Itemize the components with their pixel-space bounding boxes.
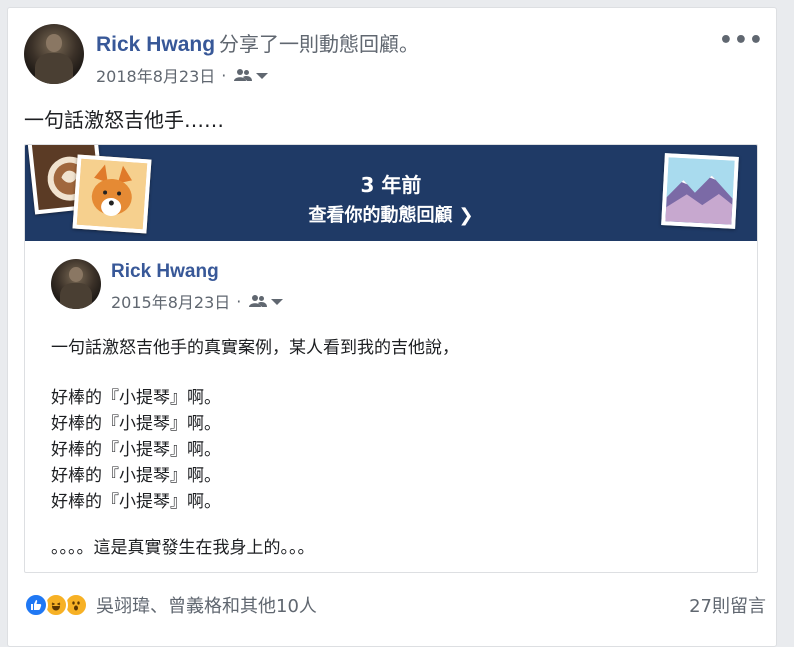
reactors-link[interactable]: 吳翊瑋、曾義格和其他10人	[96, 592, 317, 618]
original-post-text: 一句話激怒吉他手的真實案例，某人看到我的吉他說， 好棒的『小提琴』啊。 好棒的『…	[51, 335, 741, 561]
post-meta: 2018年8月23日 ·	[96, 63, 269, 87]
view-memories-link[interactable]: 查看你的動態回顧 ❯	[25, 201, 757, 227]
meta-separator: ·	[236, 291, 242, 311]
original-date-link[interactable]: 2015年8月23日	[111, 289, 230, 313]
original-line: 好棒的『小提琴』啊。	[51, 492, 221, 512]
post-date-link[interactable]: 2018年8月23日	[96, 63, 215, 87]
chevron-down-icon[interactable]	[256, 73, 269, 79]
memory-years-ago: 3 年前	[360, 173, 422, 197]
original-line: 一句話激怒吉他手的真實案例，某人看到我的吉他說，	[51, 338, 459, 358]
author-line: Rick Hwang 分享了一則動態回顧。	[96, 28, 419, 57]
post-text: 一句話激怒吉他手……	[24, 108, 224, 132]
original-author-avatar[interactable]	[51, 259, 101, 309]
author-name-link[interactable]: Rick Hwang	[96, 33, 215, 56]
original-line: 好棒的『小提琴』啊。	[51, 414, 221, 434]
original-line: 好棒的『小提琴』啊。	[51, 440, 221, 460]
original-author-name-link[interactable]: Rick Hwang	[111, 261, 219, 283]
view-memories-label: 查看你的動態回顧	[308, 205, 453, 226]
post-card: Rick Hwang 分享了一則動態回顧。 2018年8月23日 · ••• 一句…	[7, 7, 777, 647]
friends-icon[interactable]	[234, 68, 269, 82]
chevron-down-icon[interactable]	[271, 299, 284, 305]
original-line: 好棒的『小提琴』啊。	[51, 388, 221, 408]
memory-card[interactable]: 3 年前 查看你的動態回顧 ❯ Rick Hwang 2015年8月23日 · 一…	[24, 144, 758, 573]
author-action-text: 分享了一則動態回顧。	[219, 32, 420, 56]
reactions-bar: 吳翊瑋、曾義格和其他10人 27則留言	[24, 588, 766, 622]
friends-icon[interactable]	[249, 294, 284, 308]
meta-separator: ·	[221, 65, 227, 85]
like-reaction-icon[interactable]	[24, 593, 48, 617]
original-line: 好棒的『小提琴』啊。	[51, 466, 221, 486]
original-line: 。。。。這是真實發生在我身上的。。。	[51, 538, 315, 558]
memory-banner[interactable]: 3 年前 查看你的動態回顧 ❯	[25, 145, 757, 241]
chevron-right-icon: ❯	[458, 205, 474, 226]
author-avatar[interactable]	[24, 24, 84, 84]
more-options-icon[interactable]: •••	[719, 28, 764, 53]
comments-count-link[interactable]: 27則留言	[689, 592, 766, 618]
original-post-meta: 2015年8月23日 ·	[111, 289, 284, 313]
